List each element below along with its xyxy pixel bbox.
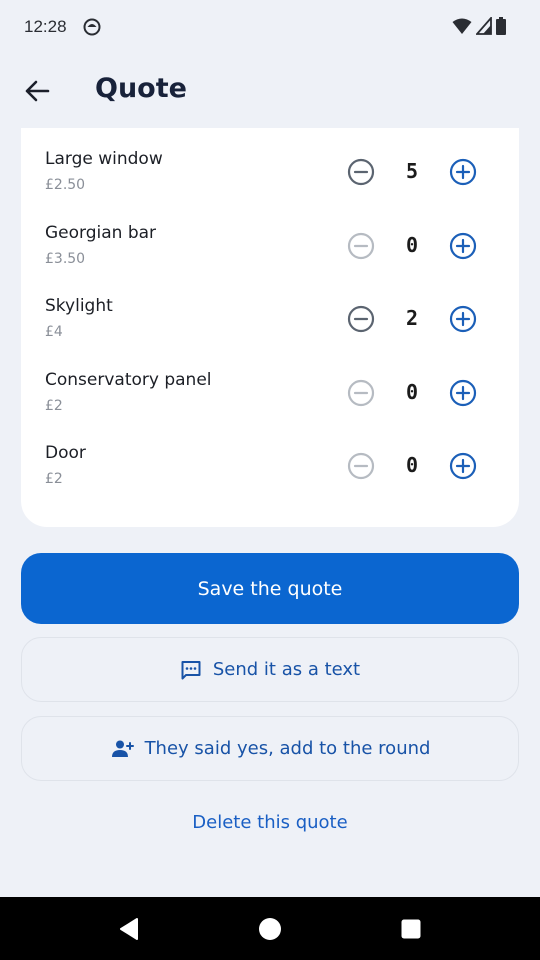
square-recents-icon <box>401 919 421 939</box>
item-price: £2.50 <box>45 177 86 193</box>
circle-home-icon <box>259 918 281 940</box>
plus-circle-icon[interactable] <box>447 377 479 409</box>
plus-circle-icon[interactable] <box>447 303 479 335</box>
delete-quote-link[interactable]: Delete this quote <box>0 812 540 833</box>
minus-circle-icon[interactable] <box>345 303 377 335</box>
nav-back-button[interactable] <box>114 914 144 944</box>
quantity-value: 2 <box>405 306 419 330</box>
status-time: 12:28 <box>24 17 67 36</box>
add-to-round-label: They said yes, add to the round <box>144 738 431 759</box>
save-quote-button[interactable]: Save the quote <box>21 553 519 624</box>
send-text-label: Send it as a text <box>212 659 361 680</box>
quantity-value: 0 <box>405 380 419 404</box>
message-icon <box>180 659 202 681</box>
add-to-round-button[interactable]: They said yes, add to the round <box>21 716 519 781</box>
list-item: Conservatory panel £2 0 <box>21 349 519 422</box>
triangle-back-icon <box>120 918 138 940</box>
back-button[interactable] <box>16 70 58 112</box>
system-nav-bar <box>0 897 540 960</box>
save-quote-label: Save the quote <box>197 577 343 600</box>
item-name: Skylight <box>45 296 113 316</box>
cell-signal-icon <box>476 17 492 35</box>
plus-circle-icon[interactable] <box>447 230 479 262</box>
nav-recents-button[interactable] <box>396 914 426 944</box>
arrow-left-icon <box>25 80 50 102</box>
plus-circle-icon[interactable] <box>447 450 479 482</box>
list-item: Door £2 0 <box>21 422 519 495</box>
item-price: £2 <box>45 471 63 487</box>
quantity-value: 5 <box>405 159 419 183</box>
quote-items-card: Large window £2.50 5 Georgian bar £3.50 … <box>21 128 519 527</box>
nav-home-button[interactable] <box>255 914 285 944</box>
send-text-button[interactable]: Send it as a text <box>21 637 519 702</box>
minus-circle-icon[interactable] <box>345 450 377 482</box>
quantity-value: 0 <box>405 453 419 477</box>
item-name: Conservatory panel <box>45 370 212 390</box>
quantity-value: 0 <box>405 233 419 257</box>
minus-circle-icon[interactable] <box>345 377 377 409</box>
item-name: Georgian bar <box>45 223 157 243</box>
top-app-bar: Quote <box>0 56 540 128</box>
status-bar: 12:28 <box>0 0 540 56</box>
status-icons <box>452 17 506 35</box>
minus-circle-icon[interactable] <box>345 230 377 262</box>
minus-circle-icon[interactable] <box>345 156 377 188</box>
person-add-icon <box>110 739 134 759</box>
page-title: Quote <box>95 73 187 104</box>
wifi-icon <box>452 18 472 34</box>
battery-icon <box>496 17 506 35</box>
item-price: £2 <box>45 398 63 414</box>
item-price: £4 <box>45 324 63 340</box>
list-item: Skylight £4 2 <box>21 275 519 348</box>
item-name: Large window <box>45 149 163 169</box>
item-name: Door <box>45 443 86 463</box>
plus-circle-icon[interactable] <box>447 156 479 188</box>
item-price: £3.50 <box>45 251 86 267</box>
list-item: Georgian bar £3.50 0 <box>21 202 519 275</box>
app-notification-icon <box>83 18 101 36</box>
list-item: Large window £2.50 5 <box>21 128 519 201</box>
